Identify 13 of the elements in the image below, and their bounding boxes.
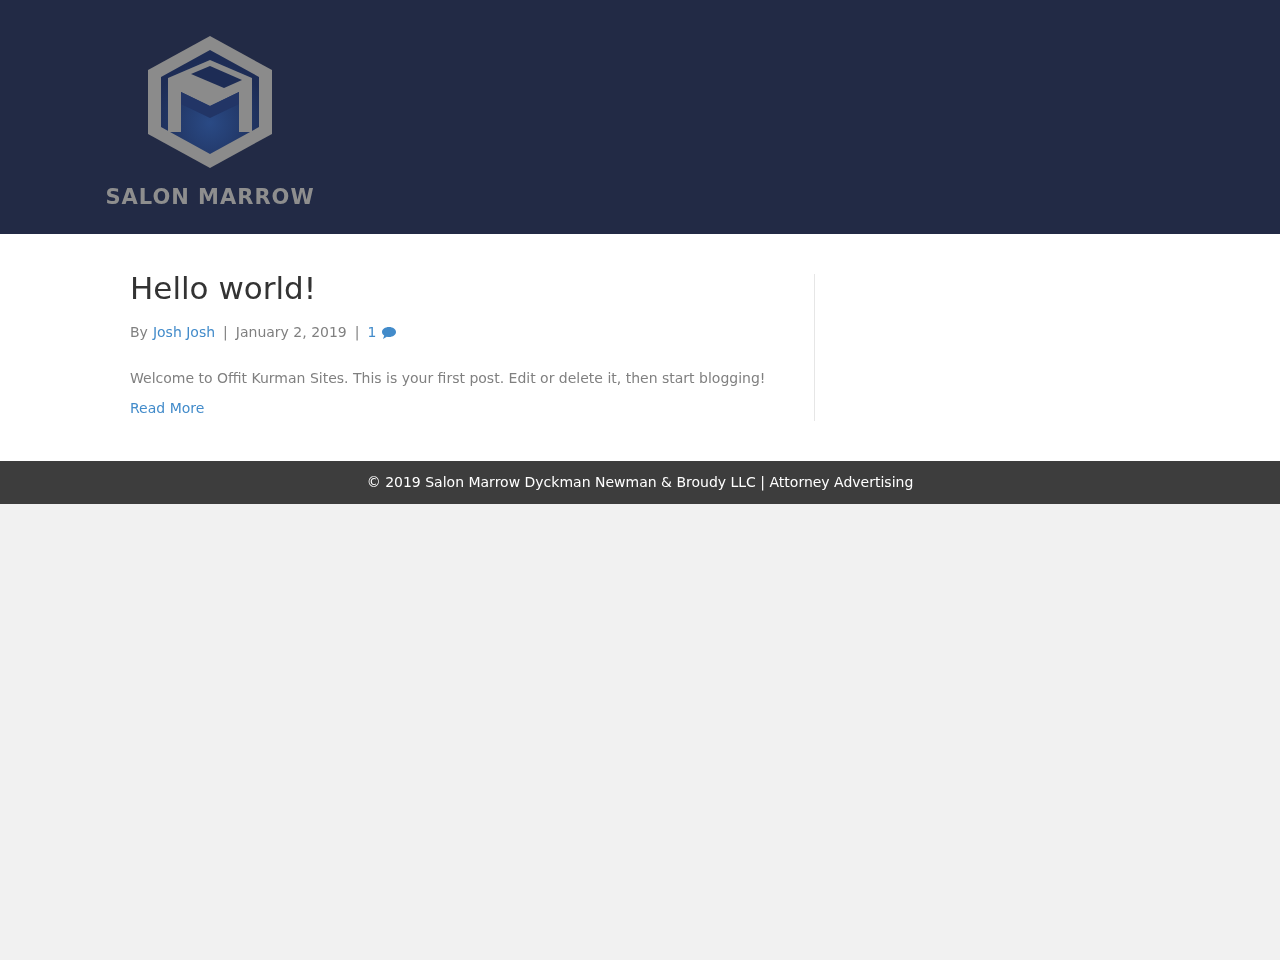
byline-label: By xyxy=(130,323,148,342)
post-excerpt: Welcome to Offit Kurman Sites. This is your first post. Edit or delete it, then start blogging! xyxy=(130,369,767,388)
separator: | xyxy=(354,323,360,343)
post-date: January 2, 2019 xyxy=(235,323,347,342)
post-title[interactable]: Hello world! xyxy=(130,268,814,308)
footer-text: © 2019 Salon Marrow Dyckman Newman & Broudy LLC | Attorney Advertising xyxy=(366,473,914,493)
comments-link[interactable]: 1 xyxy=(367,322,397,343)
separator: | xyxy=(223,323,228,343)
author-link[interactable]: Josh Josh xyxy=(152,322,216,343)
comment-icon xyxy=(382,326,397,339)
read-more-link[interactable]: Read More xyxy=(130,398,814,419)
logo-icon xyxy=(146,34,274,168)
logo-text: SALON MARROW xyxy=(105,184,315,211)
